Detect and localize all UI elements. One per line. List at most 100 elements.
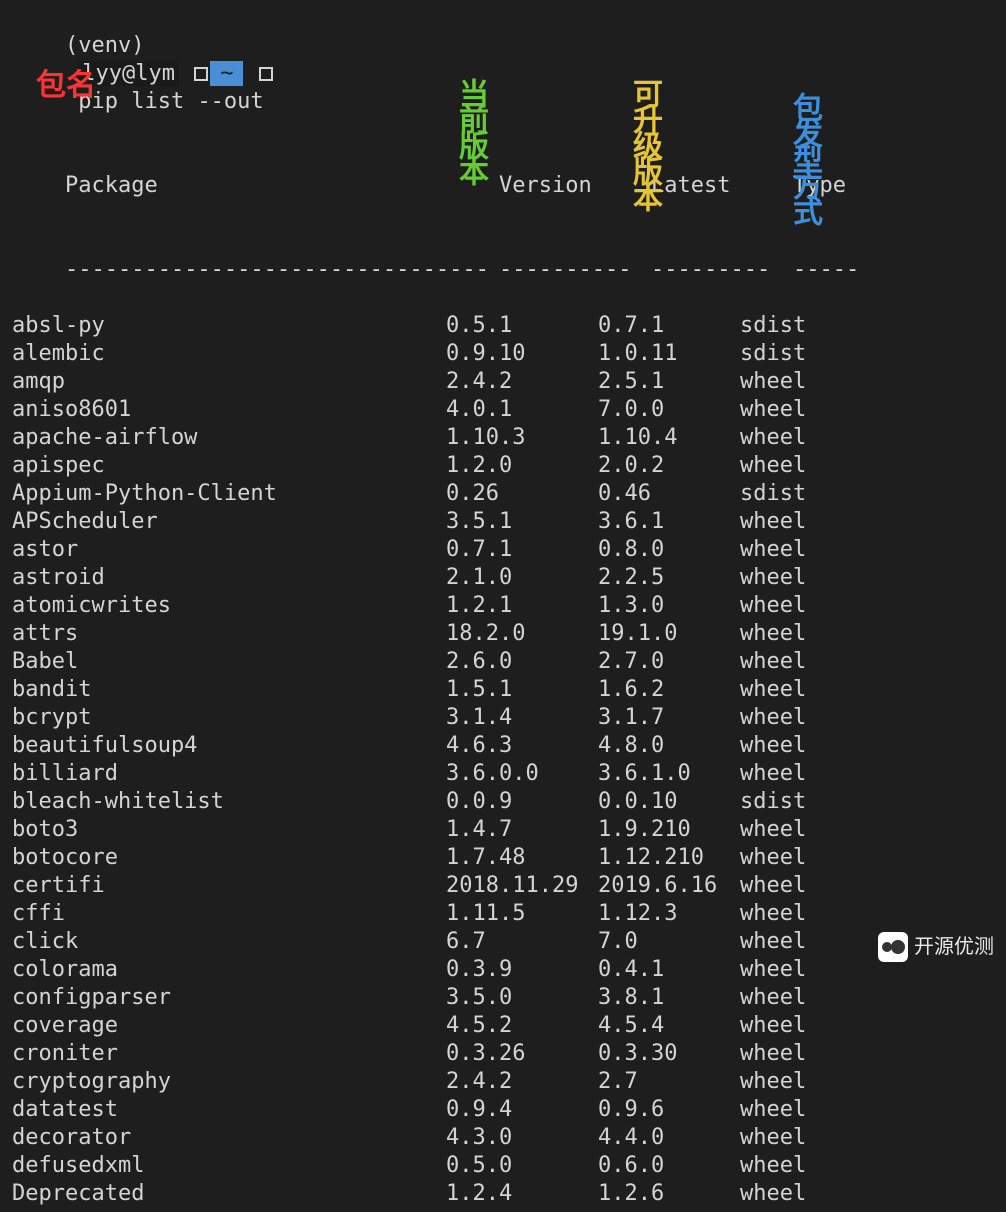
cell-package: configparser bbox=[12, 984, 446, 1012]
cell-version: 2.4.2 bbox=[446, 1068, 598, 1096]
divider-version: ---------- bbox=[499, 256, 651, 284]
divider-package: -------------------------------- bbox=[65, 256, 499, 284]
cwd-tilde: ~ bbox=[210, 61, 243, 86]
cell-package: decorator bbox=[12, 1124, 446, 1152]
cell-latest: 1.3.0 bbox=[598, 592, 740, 620]
cell-package: Appium-Python-Client bbox=[12, 480, 446, 508]
cell-type: wheel bbox=[740, 676, 830, 704]
cell-package: coverage bbox=[12, 1012, 446, 1040]
cell-type: wheel bbox=[740, 704, 830, 732]
cell-type: wheel bbox=[740, 1124, 830, 1152]
cell-latest: 2.0.2 bbox=[598, 452, 740, 480]
cell-type: sdist bbox=[740, 340, 830, 368]
table-row: aniso86014.0.17.0.0wheel bbox=[12, 396, 994, 424]
cell-version: 0.5.0 bbox=[446, 1152, 598, 1180]
cell-type: wheel bbox=[740, 732, 830, 760]
cell-type: wheel bbox=[740, 1180, 830, 1208]
prompt-line[interactable]: (venv) lyy@lym ~ pip list --out bbox=[12, 4, 994, 144]
cell-latest: 0.0.10 bbox=[598, 788, 740, 816]
table-row: beautifulsoup44.6.34.8.0wheel bbox=[12, 732, 994, 760]
watermark-text: 开源优测 bbox=[914, 933, 994, 961]
cell-package: billiard bbox=[12, 760, 446, 788]
cell-latest: 4.8.0 bbox=[598, 732, 740, 760]
annotation-version: 当前版本 bbox=[456, 78, 484, 182]
cell-latest: 0.7.1 bbox=[598, 312, 740, 340]
cell-package: Babel bbox=[12, 648, 446, 676]
cell-latest: 4.4.0 bbox=[598, 1124, 740, 1152]
cell-type: sdist bbox=[740, 312, 830, 340]
cell-version: 4.0.1 bbox=[446, 396, 598, 424]
table-row: datatest0.9.40.9.6wheel bbox=[12, 1096, 994, 1124]
cell-package: alembic bbox=[12, 340, 446, 368]
cell-package: astroid bbox=[12, 564, 446, 592]
cell-version: 2.6.0 bbox=[446, 648, 598, 676]
cell-type: wheel bbox=[740, 1040, 830, 1068]
cell-package: bandit bbox=[12, 676, 446, 704]
table-row: croniter0.3.260.3.30wheel bbox=[12, 1040, 994, 1068]
cell-type: wheel bbox=[740, 760, 830, 788]
table-divider: ----------------------------------------… bbox=[12, 228, 994, 312]
table-row: cryptography2.4.22.7wheel bbox=[12, 1068, 994, 1096]
cell-type: wheel bbox=[740, 844, 830, 872]
cell-version: 6.7 bbox=[446, 928, 598, 956]
command-text: pip list --out bbox=[78, 89, 263, 114]
cell-type: wheel bbox=[740, 396, 830, 424]
cell-version: 1.2.0 bbox=[446, 452, 598, 480]
cell-latest: 0.3.30 bbox=[598, 1040, 740, 1068]
cell-type: wheel bbox=[740, 592, 830, 620]
cell-latest: 4.5.4 bbox=[598, 1012, 740, 1040]
cell-type: wheel bbox=[740, 872, 830, 900]
cell-package: absl-py bbox=[12, 312, 446, 340]
table-row: bcrypt3.1.43.1.7wheel bbox=[12, 704, 994, 732]
cell-version: 2.4.2 bbox=[446, 368, 598, 396]
annotation-type: 包发型方式 bbox=[790, 92, 818, 222]
table-row: click6.77.0wheel bbox=[12, 928, 994, 956]
cell-version: 2.1.0 bbox=[446, 564, 598, 592]
cell-latest: 2.5.1 bbox=[598, 368, 740, 396]
cell-type: wheel bbox=[740, 816, 830, 844]
cell-latest: 0.8.0 bbox=[598, 536, 740, 564]
wechat-icon bbox=[878, 932, 908, 962]
table-row: amqp2.4.22.5.1wheel bbox=[12, 368, 994, 396]
cell-version: 4.6.3 bbox=[446, 732, 598, 760]
cell-version: 4.3.0 bbox=[446, 1124, 598, 1152]
box-icon bbox=[194, 67, 208, 81]
cell-package: croniter bbox=[12, 1040, 446, 1068]
cell-package: APScheduler bbox=[12, 508, 446, 536]
cell-package: Deprecated bbox=[12, 1180, 446, 1208]
table-row: atomicwrites1.2.11.3.0wheel bbox=[12, 592, 994, 620]
cell-package: apispec bbox=[12, 452, 446, 480]
cell-package: apache-airflow bbox=[12, 424, 446, 452]
cell-version: 0.26 bbox=[446, 480, 598, 508]
table-row: colorama0.3.90.4.1wheel bbox=[12, 956, 994, 984]
cell-version: 3.5.0 bbox=[446, 984, 598, 1012]
cell-package: bleach-whitelist bbox=[12, 788, 446, 816]
cell-latest: 2.7.0 bbox=[598, 648, 740, 676]
cell-package: defusedxml bbox=[12, 1152, 446, 1180]
table-header: PackageVersionLatestType bbox=[12, 144, 994, 228]
table-row: Appium-Python-Client0.260.46sdist bbox=[12, 480, 994, 508]
venv-indicator: (venv) bbox=[65, 33, 144, 58]
cell-type: wheel bbox=[740, 536, 830, 564]
cell-latest: 2.7 bbox=[598, 1068, 740, 1096]
cell-version: 18.2.0 bbox=[446, 620, 598, 648]
cell-latest: 7.0 bbox=[598, 928, 740, 956]
cell-type: wheel bbox=[740, 368, 830, 396]
cell-latest: 1.2.6 bbox=[598, 1180, 740, 1208]
cell-package: attrs bbox=[12, 620, 446, 648]
cell-latest: 0.4.1 bbox=[598, 956, 740, 984]
cell-latest: 1.12.3 bbox=[598, 900, 740, 928]
table-row: bleach-whitelist0.0.90.0.10sdist bbox=[12, 788, 994, 816]
cell-version: 0.9.10 bbox=[446, 340, 598, 368]
cell-latest: 0.6.0 bbox=[598, 1152, 740, 1180]
cell-latest: 0.9.6 bbox=[598, 1096, 740, 1124]
cell-latest: 0.46 bbox=[598, 480, 740, 508]
cell-type: wheel bbox=[740, 1012, 830, 1040]
cell-latest: 3.6.1.0 bbox=[598, 760, 740, 788]
cell-version: 3.6.0.0 bbox=[446, 760, 598, 788]
terminal-output: (venv) lyy@lym ~ pip list --out PackageV… bbox=[0, 0, 1006, 1212]
cell-version: 1.4.7 bbox=[446, 816, 598, 844]
cell-version: 0.5.1 bbox=[446, 312, 598, 340]
table-row: botocore1.7.481.12.210wheel bbox=[12, 844, 994, 872]
cell-package: aniso8601 bbox=[12, 396, 446, 424]
